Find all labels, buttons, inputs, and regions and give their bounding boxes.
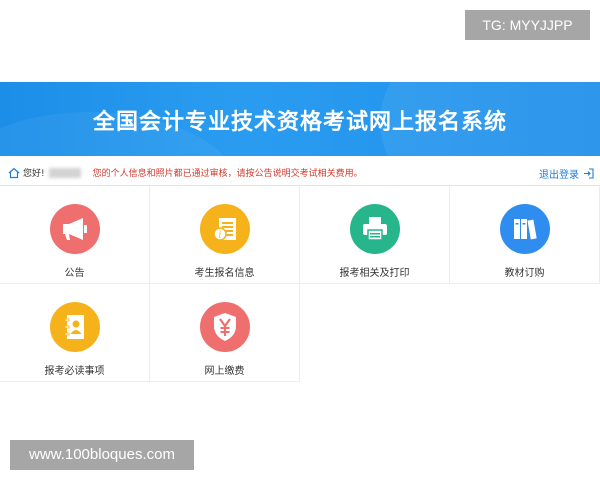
user-status-bar: 您好! 您的个人信息和照片都已通过审核，请按公告说明交考试相关费用。 退出登录 <box>0 160 600 186</box>
menu-item-announcement[interactable]: 公告 <box>0 186 150 284</box>
review-notice: 您的个人信息和照片都已通过审核，请按公告说明交考试相关费用。 <box>92 169 363 179</box>
svg-text:i: i <box>218 231 221 241</box>
greeting-text: 您好! <box>23 169 45 179</box>
logout-link[interactable]: 退出登录 <box>539 166 594 181</box>
printer-icon <box>349 204 400 254</box>
page-title: 全国会计专业技术资格考试网上报名系统 <box>92 110 507 135</box>
watermark-site: www.100bloques.com <box>10 440 194 470</box>
books-icon <box>499 204 550 254</box>
menu-item-candidate-info[interactable]: i 考生报名信息 <box>150 186 300 284</box>
menu-item-print[interactable]: 报考相关及打印 <box>300 186 450 284</box>
username-redacted <box>48 167 81 178</box>
menu-item-online-payment[interactable]: 网上缴费 <box>150 284 300 382</box>
notebook-contact-icon <box>49 302 100 352</box>
menu-label: 教材订购 <box>504 268 545 279</box>
home-icon <box>8 167 20 178</box>
logout-icon <box>584 168 594 179</box>
document-info-icon: i <box>199 204 250 254</box>
menu-label: 网上缴费 <box>204 366 245 377</box>
megaphone-icon <box>49 204 100 254</box>
menu-label: 报考必读事项 <box>44 366 105 377</box>
menu-label: 公告 <box>64 268 85 279</box>
yuan-shield-icon <box>199 302 250 352</box>
menu-item-must-read[interactable]: 报考必读事项 <box>0 284 150 382</box>
menu-label: 考生报名信息 <box>194 268 255 279</box>
header-banner: 全国会计专业技术资格考试网上报名系统 <box>0 82 600 156</box>
menu-item-textbook-order[interactable]: 教材订购 <box>450 186 600 284</box>
menu-label: 报考相关及打印 <box>339 268 410 279</box>
logout-label: 退出登录 <box>539 170 579 181</box>
watermark-tg: TG: MYYJJPP <box>465 10 590 40</box>
